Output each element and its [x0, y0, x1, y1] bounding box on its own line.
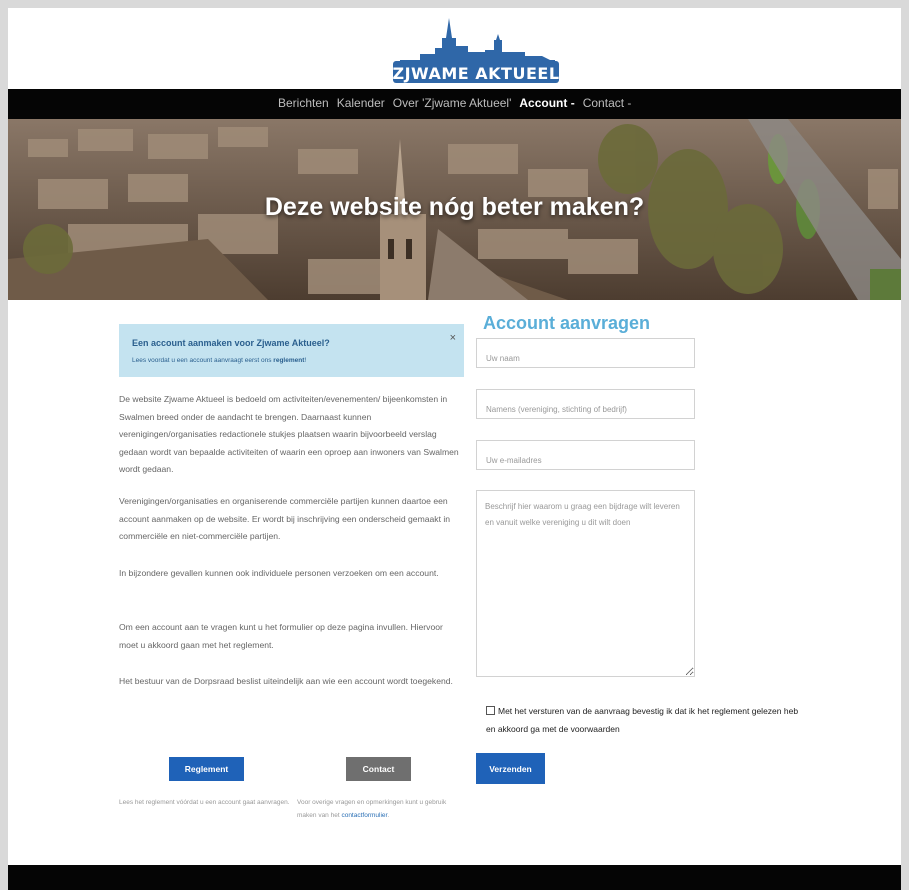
form-title: Account aanvragen — [483, 313, 651, 333]
alert-text-end: ! — [304, 357, 307, 364]
nav-item-kalender[interactable]: Kalender — [337, 96, 385, 110]
nav-item-contact[interactable]: Contact - — [583, 96, 632, 110]
alert-reglement-link[interactable]: reglement — [273, 357, 304, 364]
hero-title: Deze website nóg beter maken? — [264, 193, 645, 221]
consent-row: Met het versturen van de aanvraag bevest… — [486, 702, 806, 738]
header: ZJWAME AKTUEEL — [8, 8, 901, 89]
paragraph-individuals: In bijzondere gevallen kunnen ook indivi… — [119, 568, 439, 578]
nav-item-berichten[interactable]: Berichten — [278, 96, 329, 110]
paragraph-form-instructions: Om een account aan te vragen kunt u het … — [119, 622, 443, 650]
contactformulier-link[interactable]: contactformulier — [341, 812, 387, 819]
logo-text: ZJWAME AKTUEEL — [392, 64, 560, 83]
nav-item-account[interactable]: Account - — [519, 96, 574, 110]
info-alert: Een account aanmaken voor Zjwame Aktueel… — [119, 324, 464, 377]
alert-text-body: Lees voordat u een account aanvraagt eer… — [132, 357, 272, 364]
contact-button[interactable]: Contact — [346, 757, 411, 781]
reglement-button[interactable]: Reglement — [169, 757, 244, 781]
organisation-input[interactable] — [476, 389, 695, 419]
page: ZJWAME AKTUEEL Berichten Kalender Over '… — [8, 8, 901, 890]
hero-banner: Deze website nóg beter maken? — [8, 119, 901, 300]
contact-description-end: . — [387, 812, 390, 819]
close-icon[interactable]: × — [450, 332, 456, 344]
nav-item-over[interactable]: Over 'Zjwame Aktueel' — [393, 96, 512, 110]
footer — [8, 865, 901, 890]
message-textarea[interactable] — [476, 490, 695, 677]
site-logo[interactable]: ZJWAME AKTUEEL — [390, 16, 562, 86]
main-navigation: Berichten Kalender Over 'Zjwame Aktueel'… — [8, 89, 901, 119]
email-input[interactable] — [476, 440, 695, 470]
alert-title: Een account aanmaken voor Zjwame Aktueel… — [132, 338, 330, 348]
alert-text: Lees voordat u een account aanvraagt eer… — [132, 357, 306, 364]
consent-checkbox[interactable] — [486, 706, 495, 715]
paragraph-organisations: Verenigingen/organisaties en organiseren… — [119, 496, 451, 541]
consent-label: Met het versturen van de aanvraag bevest… — [486, 706, 799, 734]
paragraph-board-decision: Het bestuur van de Dorpsraad beslist uit… — [119, 676, 453, 686]
reglement-description: Lees het reglement vóórdat u een account… — [119, 799, 290, 806]
contact-description: Voor overige vragen en opmerkingen kunt … — [297, 796, 462, 822]
submit-button[interactable]: Verzenden — [476, 753, 545, 784]
paragraph-intro: De website Zjwame Aktueel is bedoeld om … — [119, 394, 459, 474]
name-input[interactable] — [476, 338, 695, 368]
